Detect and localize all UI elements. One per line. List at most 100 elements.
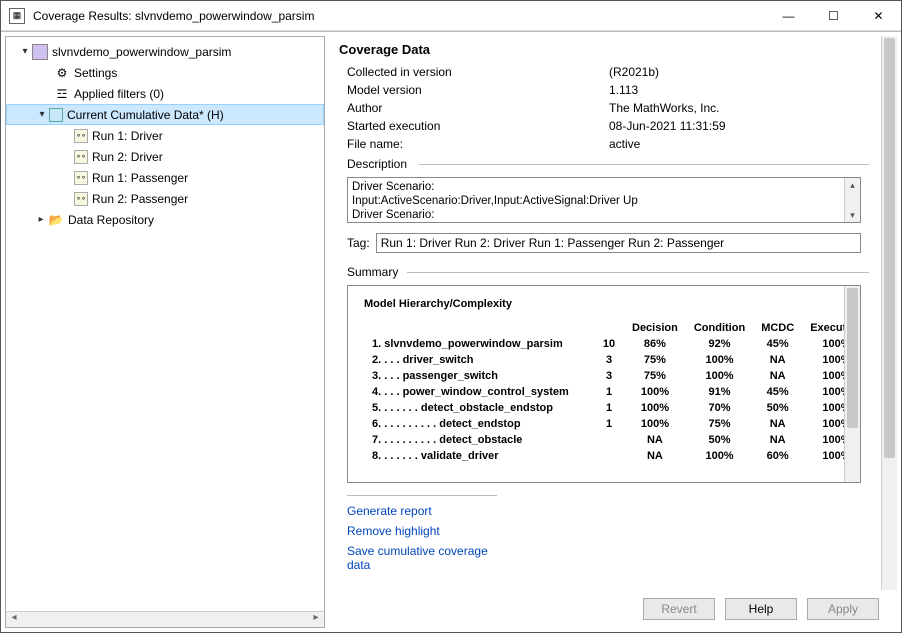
model-icon: [32, 44, 48, 60]
tag-input[interactable]: [376, 233, 861, 253]
description-label: Description: [339, 157, 869, 171]
info-started: Started execution 08-Jun-2021 11:31:59: [339, 117, 869, 135]
revert-button[interactable]: Revert: [643, 598, 715, 620]
row-decision: 100%: [624, 384, 686, 400]
info-value: (R2021b): [609, 65, 869, 79]
description-scrollbar[interactable]: ▴ ▾: [844, 178, 860, 222]
tree-run-label: Run 1: Driver: [92, 129, 163, 143]
apply-button[interactable]: Apply: [807, 598, 879, 620]
scroll-right-icon[interactable]: ▸: [308, 612, 324, 627]
run-icon: ∘∘: [74, 192, 88, 206]
row-cx: [594, 432, 624, 448]
tree-run[interactable]: ∘∘ Run 1: Passenger: [6, 167, 324, 188]
table-row[interactable]: 3. . . . passenger_switch375%100%NA100%: [364, 368, 861, 384]
row-mcdc: 50%: [753, 400, 802, 416]
chevron-down-icon[interactable]: ▾: [35, 109, 49, 120]
tag-label: Tag:: [347, 236, 370, 250]
info-label: File name:: [339, 137, 609, 151]
save-cumulative-link[interactable]: Save cumulative coverage data: [347, 544, 497, 572]
scroll-up-icon[interactable]: ▴: [850, 178, 855, 192]
links-section: Generate report Remove highlight Save cu…: [347, 495, 497, 572]
close-button[interactable]: ✕: [856, 1, 901, 31]
chevron-right-icon[interactable]: ▸: [34, 214, 48, 225]
row-mcdc: NA: [753, 416, 802, 432]
table-row[interactable]: 4. . . . power_window_control_system1100…: [364, 384, 861, 400]
summary-label: Summary: [339, 265, 869, 279]
minimize-button[interactable]: —: [766, 1, 811, 31]
tree-settings[interactable]: ⚙ Settings: [6, 62, 324, 83]
col-decision: Decision: [624, 320, 686, 336]
tree-run[interactable]: ∘∘ Run 1: Driver: [6, 125, 324, 146]
row-mcdc: 45%: [753, 384, 802, 400]
tree-root[interactable]: ▾ slvnvdemo_powerwindow_parsim: [6, 41, 324, 62]
row-name: 4. . . . power_window_control_system: [364, 384, 594, 400]
body-area: ▾ slvnvdemo_powerwindow_parsim ⚙ Setting…: [1, 31, 901, 632]
summary-box: Model Hierarchy/Complexity Decision Cond…: [347, 285, 861, 483]
info-label: Collected in version: [339, 65, 609, 79]
scroll-down-icon[interactable]: ▾: [850, 208, 855, 222]
row-cx: [594, 448, 624, 464]
row-name: 5. . . . . . . detect_obstacle_endstop: [364, 400, 594, 416]
info-label: Started execution: [339, 119, 609, 133]
content-vscrollbar[interactable]: [881, 36, 897, 590]
row-condition: 75%: [686, 416, 753, 432]
row-condition: 100%: [686, 352, 753, 368]
tree-run[interactable]: ∘∘ Run 2: Passenger: [6, 188, 324, 209]
row-condition: 91%: [686, 384, 753, 400]
summary-scrollbar[interactable]: [844, 286, 860, 482]
row-cx: 1: [594, 384, 624, 400]
row-name: 8. . . . . . . validate_driver: [364, 448, 594, 464]
row-condition: 100%: [686, 448, 753, 464]
table-row[interactable]: 2. . . . driver_switch375%100%NA100%: [364, 352, 861, 368]
tree-hscrollbar[interactable]: ◂ ▸: [6, 611, 324, 627]
tree-run-label: Run 1: Passenger: [92, 171, 188, 185]
tree-cumulative[interactable]: ▾ Current Cumulative Data* (H): [6, 104, 324, 125]
tree-settings-label: Settings: [74, 66, 117, 80]
coverage-data-heading: Coverage Data: [339, 42, 869, 57]
summary-inner: Model Hierarchy/Complexity Decision Cond…: [348, 286, 860, 476]
maximize-button[interactable]: ☐: [811, 1, 856, 31]
row-condition: 70%: [686, 400, 753, 416]
info-value: The MathWorks, Inc.: [609, 101, 869, 115]
tree-run[interactable]: ∘∘ Run 2: Driver: [6, 146, 324, 167]
scroll-thumb[interactable]: [847, 288, 858, 428]
row-name: 1. slvnvdemo_powerwindow_parsim: [364, 336, 594, 352]
row-decision: 100%: [624, 416, 686, 432]
scroll-track[interactable]: [22, 612, 308, 627]
cumulative-icon: [49, 108, 63, 122]
summary-table: Decision Condition MCDC Execution 1. slv…: [364, 320, 861, 464]
info-label: Author: [339, 101, 609, 115]
col-condition: Condition: [686, 320, 753, 336]
tree-repo[interactable]: ▸ 📂 Data Repository: [6, 209, 324, 230]
tree-filters[interactable]: ☲ Applied filters (0): [6, 83, 324, 104]
table-row[interactable]: 5. . . . . . . detect_obstacle_endstop11…: [364, 400, 861, 416]
tree-run-label: Run 2: Driver: [92, 150, 163, 164]
content-panel: Coverage Data Collected in version (R202…: [329, 36, 897, 628]
remove-highlight-link[interactable]: Remove highlight: [347, 524, 497, 538]
table-row[interactable]: 8. . . . . . . validate_driverNA100%60%1…: [364, 448, 861, 464]
table-row[interactable]: 1. slvnvdemo_powerwindow_parsim1086%92%4…: [364, 336, 861, 352]
scroll-thumb[interactable]: [884, 38, 895, 458]
description-line: Driver Scenario:: [352, 208, 842, 222]
row-mcdc: NA: [753, 432, 802, 448]
row-decision: 75%: [624, 352, 686, 368]
table-header-row: Decision Condition MCDC Execution: [364, 320, 861, 336]
table-row[interactable]: 7. . . . . . . . . . detect_obstacleNA50…: [364, 432, 861, 448]
description-box[interactable]: Driver Scenario: Input:ActiveScenario:Dr…: [347, 177, 861, 223]
generate-report-link[interactable]: Generate report: [347, 504, 497, 518]
row-name: 3. . . . passenger_switch: [364, 368, 594, 384]
tree-run-label: Run 2: Passenger: [92, 192, 188, 206]
scroll-left-icon[interactable]: ◂: [6, 612, 22, 627]
chevron-down-icon[interactable]: ▾: [18, 46, 32, 57]
row-decision: NA: [624, 448, 686, 464]
tree-panel: ▾ slvnvdemo_powerwindow_parsim ⚙ Setting…: [5, 36, 325, 628]
row-decision: 100%: [624, 400, 686, 416]
row-mcdc: NA: [753, 352, 802, 368]
row-condition: 92%: [686, 336, 753, 352]
tree-cumulative-label: Current Cumulative Data* (H): [67, 108, 224, 122]
row-decision: NA: [624, 432, 686, 448]
help-button[interactable]: Help: [725, 598, 797, 620]
info-author: Author The MathWorks, Inc.: [339, 99, 869, 117]
table-row[interactable]: 6. . . . . . . . . . detect_endstop1100%…: [364, 416, 861, 432]
content-inner: Coverage Data Collected in version (R202…: [329, 36, 879, 572]
